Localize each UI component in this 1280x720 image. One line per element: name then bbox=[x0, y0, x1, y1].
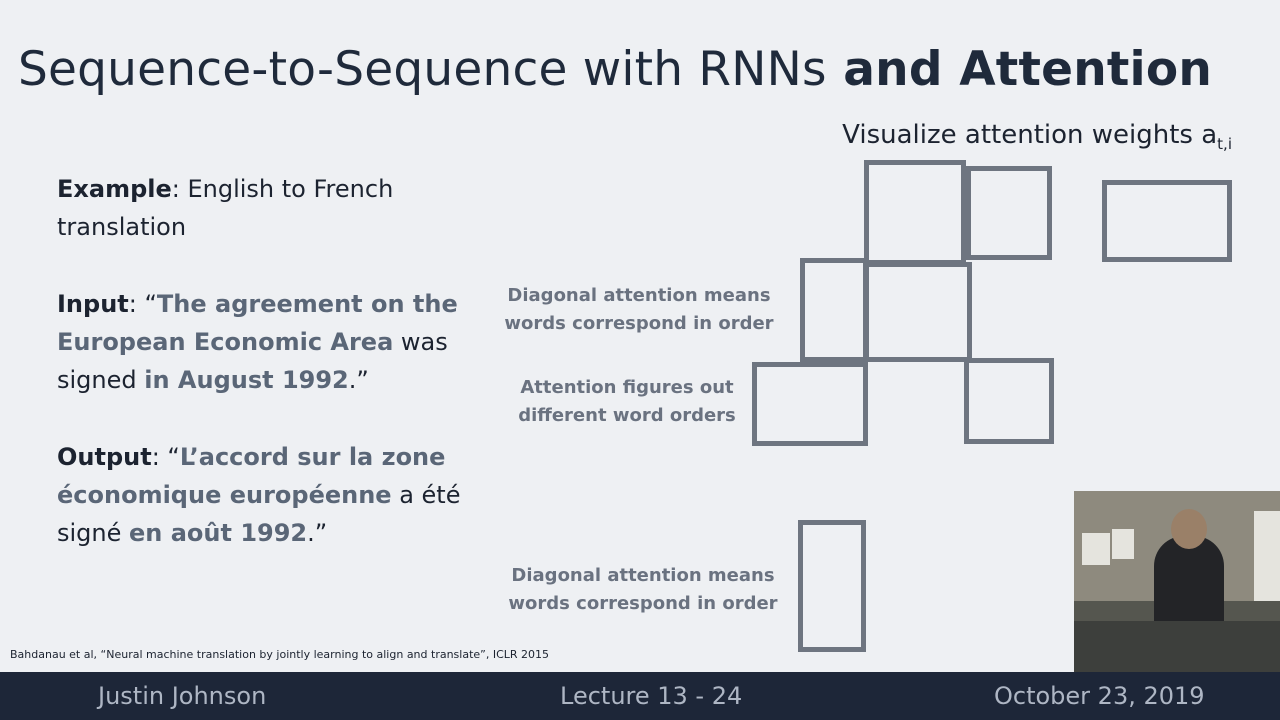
attention-box bbox=[798, 520, 866, 652]
input-highlight-2: in August 1992 bbox=[144, 366, 349, 394]
attention-box bbox=[864, 262, 972, 362]
citation: Bahdanau et al, “Neural machine translat… bbox=[10, 648, 550, 661]
output-quote-open: : “ bbox=[151, 443, 180, 471]
attention-box bbox=[966, 166, 1052, 260]
attention-box bbox=[1102, 180, 1232, 262]
title-text: Sequence-to-Sequence with RNNs bbox=[17, 42, 827, 97]
input-block: Input: “The agreement on the European Ec… bbox=[57, 285, 477, 399]
slide-footer: Justin Johnson Lecture 13 - 24 October 2… bbox=[0, 672, 1280, 720]
slide-title: Sequence-to-Sequence with RNNs and Atten… bbox=[0, 42, 1230, 97]
visualize-label-text: Visualize attention weights a bbox=[842, 120, 1218, 150]
annotation-word-orders: Attention figures out different word ord… bbox=[518, 377, 736, 426]
input-label: Input bbox=[57, 290, 129, 318]
annotation-diagonal-bottom: Diagonal attention means words correspon… bbox=[508, 565, 778, 614]
output-block: Output: “L’accord sur la zone économique… bbox=[57, 438, 477, 552]
webcam-overlay bbox=[1074, 491, 1280, 672]
visualize-label: Visualize attention weights at,i bbox=[842, 120, 1232, 153]
title-bold-text: and Attention bbox=[826, 42, 1213, 97]
attention-box bbox=[752, 362, 868, 446]
input-quote-close: .” bbox=[348, 366, 369, 394]
attention-box bbox=[800, 258, 868, 362]
output-highlight-2: en août 1992 bbox=[129, 519, 308, 547]
example-block: Example: English to French translation bbox=[57, 170, 477, 246]
annotation-diagonal-top: Diagonal attention means words correspon… bbox=[504, 285, 774, 334]
input-quote-open: : “ bbox=[128, 290, 157, 318]
footer-lecture: Lecture 13 - 24 bbox=[560, 682, 743, 710]
footer-date: October 23, 2019 bbox=[994, 682, 1205, 710]
visualize-label-subscript: t,i bbox=[1217, 135, 1232, 154]
example-label: Example bbox=[57, 175, 172, 203]
footer-author: Justin Johnson bbox=[98, 682, 267, 710]
output-label: Output bbox=[57, 443, 152, 471]
output-quote-close: .” bbox=[307, 519, 328, 547]
attention-box bbox=[864, 160, 966, 265]
attention-box bbox=[964, 358, 1054, 444]
